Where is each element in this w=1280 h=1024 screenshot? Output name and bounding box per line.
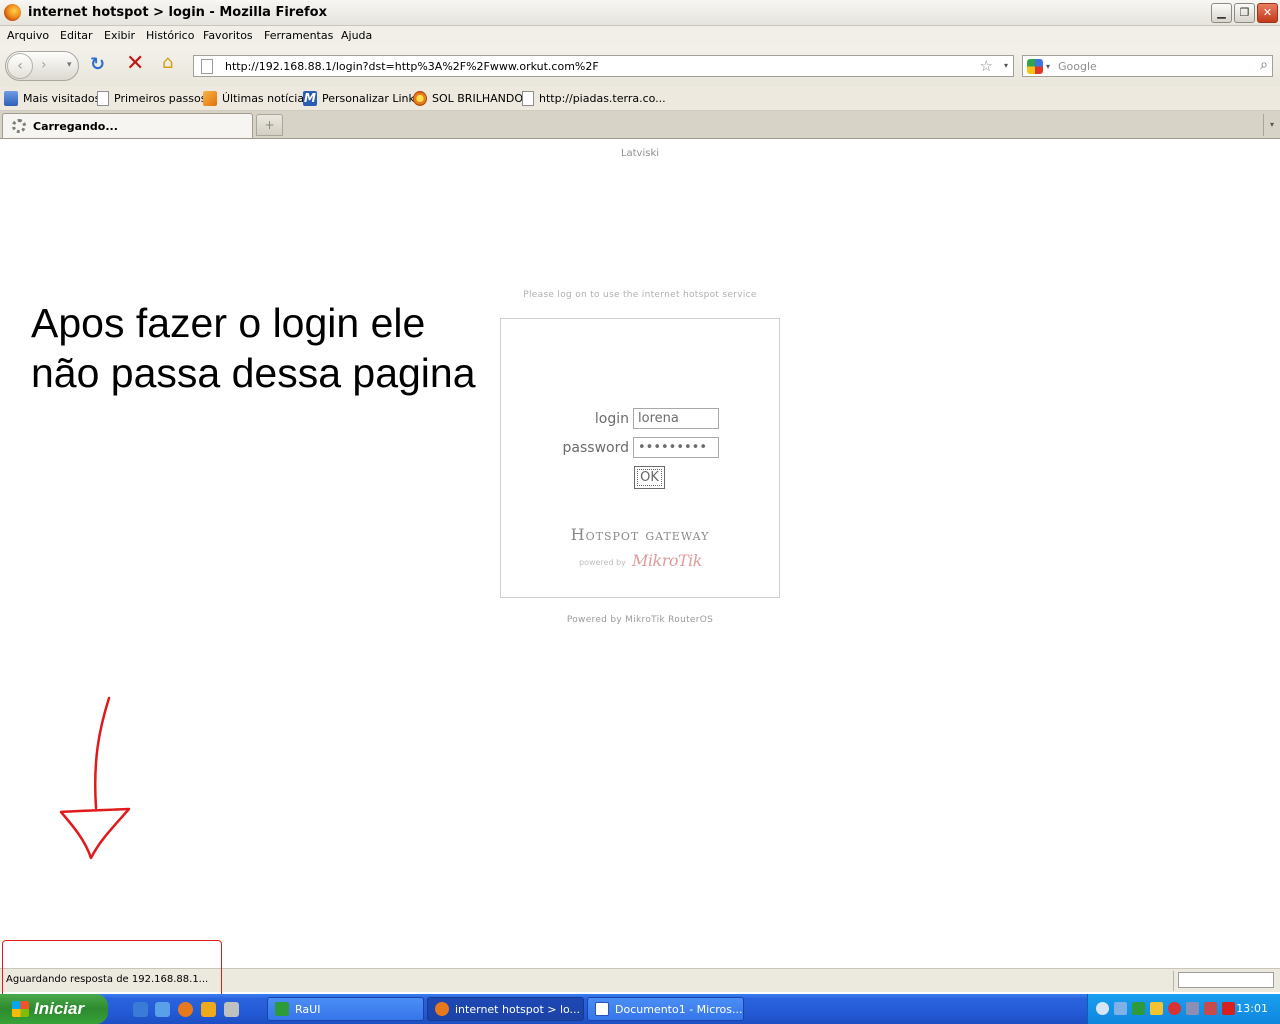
menu-editar[interactable]: Editar xyxy=(60,29,93,42)
menu-arquivo[interactable]: Arquivo xyxy=(7,29,49,42)
taskbar-button-firefox[interactable]: internet hotspot > lo... xyxy=(427,997,584,1021)
password-input[interactable] xyxy=(633,437,719,458)
search-icon[interactable]: ⌕ xyxy=(1260,57,1268,73)
quicklaunch-tool-icon[interactable] xyxy=(224,1002,239,1017)
windows-flag-icon xyxy=(12,1001,29,1017)
reload-icon[interactable]: ↻ xyxy=(90,54,105,75)
quicklaunch-users-icon[interactable] xyxy=(155,1002,170,1017)
quicklaunch-firefox-icon[interactable] xyxy=(178,1002,193,1017)
menu-bar: Arquivo Editar Exibir Histórico Favorito… xyxy=(0,26,1280,46)
mikrotik-logo: MikroTik xyxy=(632,551,702,570)
page-icon xyxy=(522,91,534,106)
login-label: login xyxy=(594,411,629,427)
bookmark-sol-brilhando[interactable]: SOL BRILHANDO xyxy=(413,91,523,106)
system-tray: 13:01 xyxy=(1087,994,1280,1024)
menu-ajuda[interactable]: Ajuda xyxy=(341,29,372,42)
ok-button[interactable]: OK xyxy=(634,466,665,489)
home-icon[interactable]: ⌂ xyxy=(162,52,173,73)
quicklaunch-media-icon[interactable] xyxy=(201,1002,216,1017)
bookmark-ultimas-noticias[interactable]: Últimas notícias xyxy=(203,91,310,106)
login-prompt: Please log on to use the internet hotspo… xyxy=(523,290,757,300)
routeros-footer: Powered by MikroTik RouterOS xyxy=(566,615,714,625)
raui-icon xyxy=(275,1002,289,1016)
most-visited-icon xyxy=(4,91,18,106)
tray-antivirus-icon[interactable] xyxy=(1168,1002,1181,1015)
bookmark-personalizar-links[interactable]: M Personalizar Links xyxy=(303,91,421,106)
google-icon[interactable] xyxy=(1027,59,1043,74)
window-controls: ▁ ❐ ✕ xyxy=(1211,3,1278,23)
loading-spinner-icon xyxy=(12,119,26,133)
annotation-arrow-icon xyxy=(59,696,131,860)
minimize-button[interactable]: ▁ xyxy=(1211,3,1232,23)
tray-network-icon[interactable] xyxy=(1114,1002,1127,1015)
tray-raui-icon[interactable] xyxy=(1132,1002,1145,1015)
url-dropdown-icon[interactable]: ▾ xyxy=(1004,61,1008,70)
tab-bar: Carregando... + ▾ xyxy=(0,111,1280,139)
tray-expand-icon[interactable] xyxy=(1096,1002,1109,1015)
clock: 13:01 xyxy=(1236,1002,1268,1015)
taskbar-button-word[interactable]: Documento1 - Micros... xyxy=(587,997,744,1021)
bookmark-piadas[interactable]: http://piadas.terra.co... xyxy=(522,91,666,106)
tray-shield-icon[interactable] xyxy=(1150,1002,1163,1015)
tray-device-icon[interactable] xyxy=(1186,1002,1199,1015)
page-icon xyxy=(97,91,109,106)
tray-alert-icon[interactable] xyxy=(1222,1002,1235,1015)
bookmark-primeiros-passos[interactable]: Primeiros passos xyxy=(97,91,206,106)
stop-icon[interactable]: ✕ xyxy=(126,51,144,76)
powered-by-label: powered by xyxy=(579,558,626,567)
login-input[interactable] xyxy=(633,408,719,429)
status-separator xyxy=(1173,971,1174,991)
bookmarks-toolbar: Mais visitados Primeiros passos Últimas … xyxy=(0,86,1280,111)
title-bar: internet hotspot > login - Mozilla Firef… xyxy=(0,0,1280,26)
firefox-icon xyxy=(435,1002,449,1016)
hotspot-gateway-logo: Hotspot gateway xyxy=(570,525,710,544)
firefox-icon xyxy=(4,4,21,21)
forward-icon[interactable]: › xyxy=(41,57,47,73)
back-forward-group: ‹ › ▾ xyxy=(5,51,79,81)
tab-list-dropdown-icon[interactable]: ▾ xyxy=(1263,114,1280,136)
window-title: internet hotspot > login - Mozilla Firef… xyxy=(28,5,327,20)
menu-historico[interactable]: Histórico xyxy=(146,29,194,42)
tab-loading[interactable]: Carregando... xyxy=(2,113,253,138)
start-button[interactable]: Iniciar xyxy=(0,994,108,1024)
taskbar: Iniciar RaUI internet hotspot > lo... Do… xyxy=(0,994,1280,1024)
quicklaunch-ie-icon[interactable] xyxy=(133,1002,148,1017)
new-tab-button[interactable]: + xyxy=(256,114,283,136)
language-link[interactable]: Latviski xyxy=(0,148,1280,159)
back-icon[interactable]: ‹ xyxy=(7,53,33,79)
menu-exibir[interactable]: Exibir xyxy=(104,29,135,42)
search-input[interactable]: Google xyxy=(1058,60,1097,73)
search-engine-dropdown-icon[interactable]: ▾ xyxy=(1046,62,1050,71)
menu-ferramentas[interactable]: Ferramentas xyxy=(264,29,333,42)
close-button[interactable]: ✕ xyxy=(1257,3,1278,23)
sun-icon xyxy=(413,91,427,106)
taskbar-button-raui[interactable]: RaUI xyxy=(267,997,424,1021)
m-logo-icon: M xyxy=(303,91,317,106)
page-icon xyxy=(201,59,213,74)
url-text[interactable]: http://192.168.88.1/login?dst=http%3A%2F… xyxy=(225,60,599,73)
menu-favoritos[interactable]: Favoritos xyxy=(203,29,253,42)
search-bar[interactable]: ▾ Google ⌕ xyxy=(1022,55,1273,77)
page-content: Latviski Apos fazer o login ele não pass… xyxy=(0,140,1280,968)
bookmark-star-icon[interactable]: ☆ xyxy=(980,57,993,75)
restore-button[interactable]: ❐ xyxy=(1234,3,1255,23)
tray-wireless-icon[interactable] xyxy=(1204,1002,1217,1015)
password-label: password xyxy=(562,440,629,456)
bookmark-mais-visitados[interactable]: Mais visitados xyxy=(4,91,100,106)
history-dropdown-icon[interactable]: ▾ xyxy=(67,60,72,70)
loading-progress xyxy=(1178,972,1274,988)
url-bar[interactable]: http://192.168.88.1/login?dst=http%3A%2F… xyxy=(193,55,1014,77)
login-box: login password OK Hotspot gateway powere… xyxy=(500,318,780,598)
annotation-text: Apos fazer o login ele não passa dessa p… xyxy=(31,300,476,396)
rss-icon xyxy=(203,91,217,106)
word-icon xyxy=(595,1002,609,1016)
